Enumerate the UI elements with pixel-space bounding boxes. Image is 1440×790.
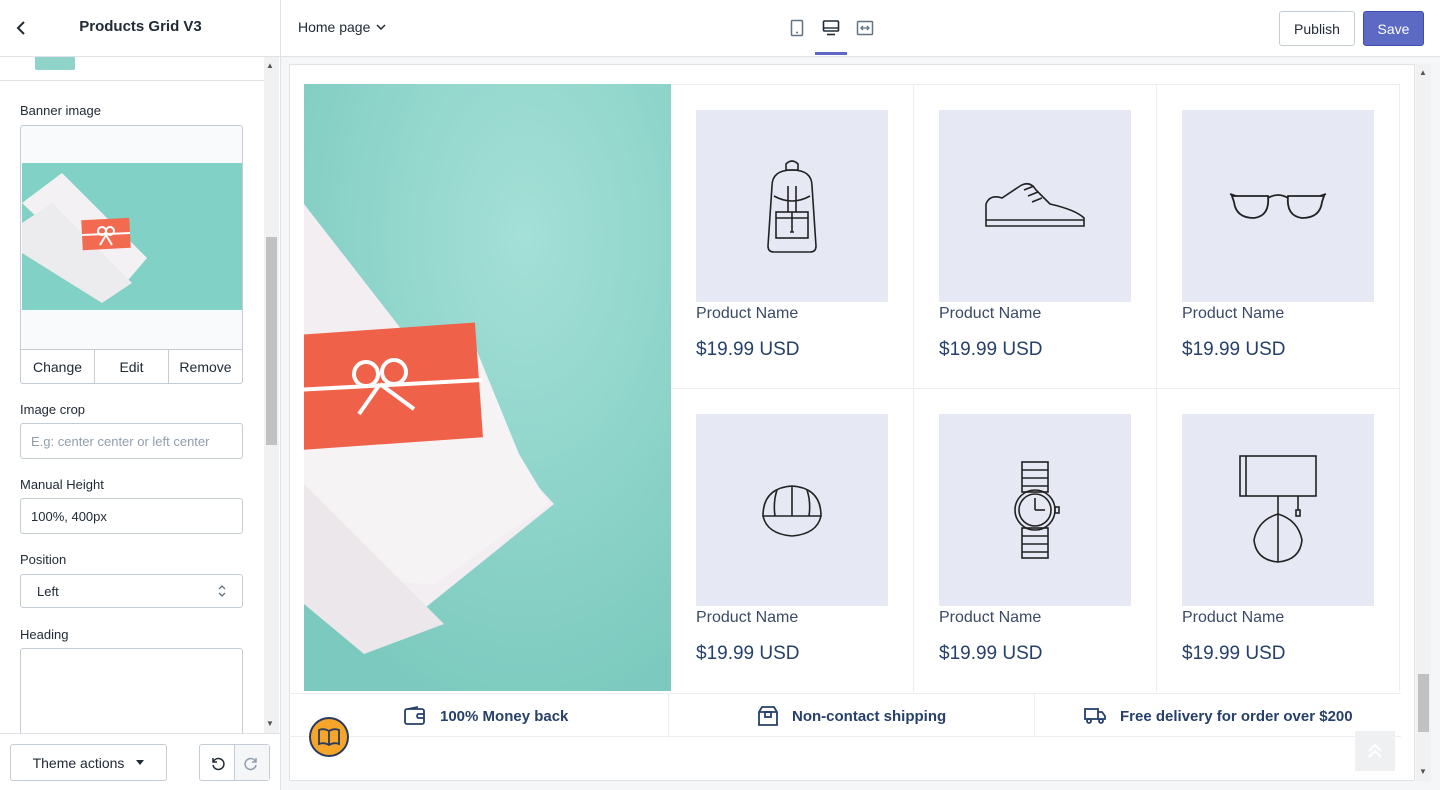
product-price: $19.99 USD	[696, 339, 800, 360]
save-button[interactable]: Save	[1363, 11, 1424, 46]
mobile-icon	[790, 19, 804, 37]
preview-scroll-down-icon[interactable]: ▼	[1419, 767, 1427, 776]
product-card[interactable]: Product Name $19.99 USD	[671, 389, 914, 693]
product-image[interactable]	[696, 110, 888, 302]
glasses-icon	[1229, 193, 1327, 219]
active-view-indicator	[815, 52, 847, 55]
chevron-down-icon	[376, 24, 386, 30]
feature-label: Free delivery for order over $200	[1120, 707, 1353, 725]
redo-icon	[244, 757, 257, 770]
undo-redo-group	[199, 744, 270, 781]
manual-height-input[interactable]: 100%, 400px	[20, 498, 243, 534]
lamp-icon	[1239, 455, 1317, 563]
feature-shipping: Non-contact shipping	[758, 694, 946, 738]
desktop-icon	[822, 20, 840, 36]
top-bar: Products Grid V3 Home page Publish Save	[0, 0, 1440, 57]
gift-card-image	[22, 163, 242, 310]
product-name[interactable]: Product Name	[696, 609, 798, 627]
sneaker-icon	[985, 182, 1085, 227]
caret-down-icon	[136, 760, 145, 765]
scroll-to-top-button[interactable]	[1355, 731, 1395, 771]
sidebar-scrollbar-thumb[interactable]	[266, 237, 277, 445]
publish-button[interactable]: Publish	[1279, 11, 1355, 46]
banner-image-label: Banner image	[20, 103, 101, 118]
change-image-button[interactable]: Change	[21, 350, 95, 383]
theme-actions-button[interactable]: Theme actions	[10, 744, 167, 781]
preview-scroll-up-icon[interactable]: ▲	[1419, 68, 1427, 77]
gift-card-banner-image	[304, 84, 671, 691]
heading-label: Heading	[20, 627, 69, 642]
banner-actions: Change Edit Remove	[20, 349, 243, 384]
expand-horizontal-icon	[856, 20, 874, 36]
edit-image-button[interactable]: Edit	[95, 350, 169, 383]
remove-image-button[interactable]: Remove	[169, 350, 242, 383]
desktop-view-button[interactable]	[819, 16, 843, 40]
undo-icon	[212, 757, 225, 770]
feature-label: Non-contact shipping	[792, 707, 947, 725]
theme-actions-label: Theme actions	[32, 754, 125, 771]
position-select[interactable]: Left	[20, 574, 243, 608]
position-select-value: Left	[37, 583, 59, 599]
scroll-up-arrow-icon[interactable]: ▲	[266, 61, 274, 70]
feature-label: 100% Money back	[440, 707, 569, 725]
mobile-view-button[interactable]	[785, 16, 809, 40]
sidebar-footer: Theme actions	[0, 733, 280, 790]
product-price: $19.99 USD	[939, 339, 1043, 360]
watch-icon	[1014, 461, 1060, 559]
scroll-down-arrow-icon[interactable]: ▼	[266, 719, 274, 728]
product-grid: Product Name $19.99 USD Product Name $19…	[671, 84, 1400, 693]
feature-money-back: 100% Money back	[404, 694, 568, 738]
banner-image-preview	[20, 125, 243, 384]
banner-thumbnail	[22, 163, 242, 310]
undo-button[interactable]	[200, 745, 235, 780]
settings-sidebar: Banner image Change Edit Remove Image cr…	[0, 57, 281, 790]
product-card[interactable]: Product Name $19.99 USD	[671, 85, 914, 389]
feature-free-delivery: Free delivery for order over $200	[1084, 694, 1353, 738]
wallet-icon	[404, 706, 425, 725]
book-icon	[318, 728, 340, 746]
features-bar: 100% Money back Non-contact shipping Fre…	[289, 693, 1401, 738]
product-image[interactable]	[696, 414, 888, 606]
editor-title-area: Products Grid V3	[0, 0, 281, 56]
truck-icon	[1084, 708, 1106, 724]
product-name[interactable]: Product Name	[1182, 305, 1284, 323]
product-name[interactable]: Product Name	[696, 305, 798, 323]
product-card[interactable]: Product Name $19.99 USD	[914, 389, 1157, 693]
page-selector[interactable]: Home page	[298, 19, 386, 35]
select-arrows-icon	[218, 585, 226, 597]
cap-icon	[762, 485, 822, 537]
product-price: $19.99 USD	[939, 643, 1043, 664]
product-price: $19.99 USD	[1182, 339, 1286, 360]
image-crop-input[interactable]: E.g: center center or left center	[20, 423, 243, 459]
product-image[interactable]	[1182, 414, 1374, 606]
divider	[0, 80, 264, 81]
product-card[interactable]: Product Name $19.99 USD	[914, 85, 1157, 389]
previous-image-thumbnail	[35, 57, 75, 70]
product-price: $19.99 USD	[1182, 643, 1286, 664]
product-price: $19.99 USD	[696, 643, 800, 664]
page-selector-label: Home page	[298, 19, 371, 35]
product-image[interactable]	[939, 414, 1131, 606]
product-card[interactable]: Product Name $19.99 USD	[1157, 85, 1400, 389]
position-label: Position	[20, 552, 67, 567]
redo-button[interactable]	[235, 745, 269, 780]
view-toggles	[785, 16, 877, 40]
book-widget-button[interactable]	[309, 717, 349, 757]
product-name[interactable]: Product Name	[1182, 609, 1284, 627]
preview-scrollbar-thumb[interactable]	[1418, 674, 1429, 732]
product-image[interactable]	[1182, 110, 1374, 302]
grid-banner-image	[304, 84, 671, 691]
box-icon	[758, 706, 778, 726]
backpack-icon	[767, 160, 817, 253]
fullscreen-view-button[interactable]	[853, 16, 877, 40]
product-name[interactable]: Product Name	[939, 609, 1041, 627]
product-image[interactable]	[939, 110, 1131, 302]
image-crop-label: Image crop	[20, 402, 86, 417]
product-name[interactable]: Product Name	[939, 305, 1041, 323]
manual-height-label: Manual Height	[20, 477, 104, 492]
theme-title: Products Grid V3	[79, 18, 202, 35]
double-chevron-up-icon	[1368, 743, 1382, 758]
product-card[interactable]: Product Name $19.99 USD	[1157, 389, 1400, 693]
